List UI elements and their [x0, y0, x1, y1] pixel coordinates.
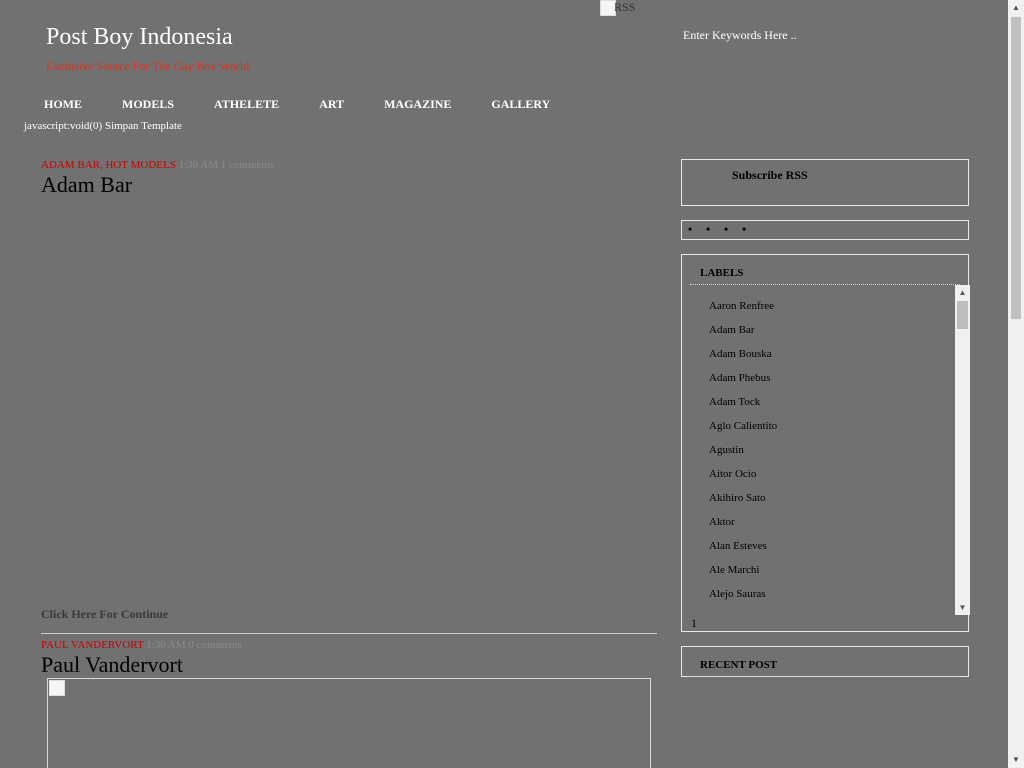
nav-item-art[interactable]: ART [299, 97, 364, 112]
bullet-link[interactable]: • [742, 223, 760, 235]
site-description: Exclusive Source For The Gay Boy World [46, 59, 250, 73]
site-title[interactable]: Post Boy Indonesia [46, 24, 233, 51]
label-link[interactable]: Aktor [709, 516, 735, 528]
labels-list[interactable]: Aaron Renfree Adam Bar Adam Bouska Adam … [690, 285, 956, 615]
main-navigation: HOME MODELS ATHELETE ART MAGAZINE GALLER… [24, 97, 570, 112]
subscribe-rss-widget: Subscribe RSS [681, 159, 969, 206]
scroll-down-arrow-icon[interactable]: ▼ [1008, 752, 1024, 768]
post-date-comments[interactable]: 1:30 AM 0 comments [143, 639, 242, 651]
label-link[interactable]: Ale Marchi [709, 564, 759, 576]
continue-reading-link[interactable]: Click Here For Continue [41, 607, 168, 622]
label-link[interactable]: Alan Esteves [709, 540, 767, 552]
post-meta: PAUL VANDERVORT 1:30 AM 0 comments [41, 639, 242, 651]
labels-count: 1 [691, 616, 697, 630]
page: RSS Post Boy Indonesia Exclusive Source … [0, 0, 1024, 768]
nav-item-home[interactable]: HOME [24, 97, 102, 112]
label-link[interactable]: Aaron Renfree [709, 300, 774, 312]
nav-item-gallery[interactable]: GALLERY [471, 97, 570, 112]
post-title[interactable]: Adam Bar [41, 172, 132, 198]
label-link[interactable]: Alejo Sauras [709, 588, 766, 600]
label-link[interactable]: Aglo Calientito [709, 420, 777, 432]
post-labels-link[interactable]: ADAM BAR, HOT MODELS [41, 159, 176, 171]
post-title[interactable]: Paul Vandervort [41, 652, 183, 678]
scrollbar-thumb[interactable] [1011, 17, 1021, 319]
label-link[interactable]: Akihiro Sato [709, 492, 766, 504]
labels-widget: LABELS Aaron Renfree Adam Bar Adam Bousk… [681, 254, 970, 632]
label-link[interactable]: Adam Bar [709, 324, 755, 336]
bullet-link[interactable]: • [706, 223, 724, 235]
label-link[interactable]: Adam Tock [709, 396, 760, 408]
labels-scrollbar[interactable]: ▲ ▼ [955, 285, 970, 615]
recent-post-widget: RECENT POST [681, 646, 969, 677]
nav-item-athelete[interactable]: ATHELETE [194, 97, 299, 112]
rss-image-alt-text: RSS [614, 0, 636, 14]
scroll-up-arrow-icon[interactable]: ▲ [1008, 0, 1024, 16]
post-meta: ADAM BAR, HOT MODELS 1:30 AM 1 comments [41, 159, 274, 171]
recent-post-title: RECENT POST [700, 659, 778, 671]
scrollbar-thumb[interactable] [957, 301, 968, 329]
search-input[interactable] [680, 26, 886, 44]
nav-item-magazine[interactable]: MAGAZINE [364, 97, 471, 112]
label-link[interactable]: Adam Bouska [709, 348, 772, 360]
label-link[interactable]: Agustin [709, 444, 744, 456]
scroll-up-arrow-icon[interactable]: ▲ [955, 285, 970, 300]
post-image[interactable] [47, 678, 651, 768]
social-links-widget: • • • • [681, 220, 969, 240]
post-divider [41, 633, 657, 634]
bullet-link[interactable]: • [688, 223, 706, 235]
labels-title: LABELS [700, 267, 744, 279]
label-link[interactable]: Aitor Ocio [709, 468, 756, 480]
subscribe-rss-title[interactable]: Subscribe RSS [732, 168, 808, 183]
title-divider [690, 676, 960, 677]
post-labels-link[interactable]: PAUL VANDERVORT [41, 639, 143, 651]
post-date-comments[interactable]: 1:30 AM 1 comments [176, 159, 275, 171]
rss-feed-image[interactable]: RSS [600, 0, 640, 16]
broken-image-icon [49, 680, 65, 696]
scroll-down-arrow-icon[interactable]: ▼ [955, 600, 970, 615]
label-link[interactable]: Adam Phebus [709, 372, 770, 384]
bullet-link[interactable]: • [724, 223, 742, 235]
save-template-link[interactable]: javascript:void(0) Simpan Template [24, 120, 182, 132]
nav-item-models[interactable]: MODELS [102, 97, 194, 112]
page-scrollbar[interactable]: ▲ ▼ [1008, 0, 1024, 768]
